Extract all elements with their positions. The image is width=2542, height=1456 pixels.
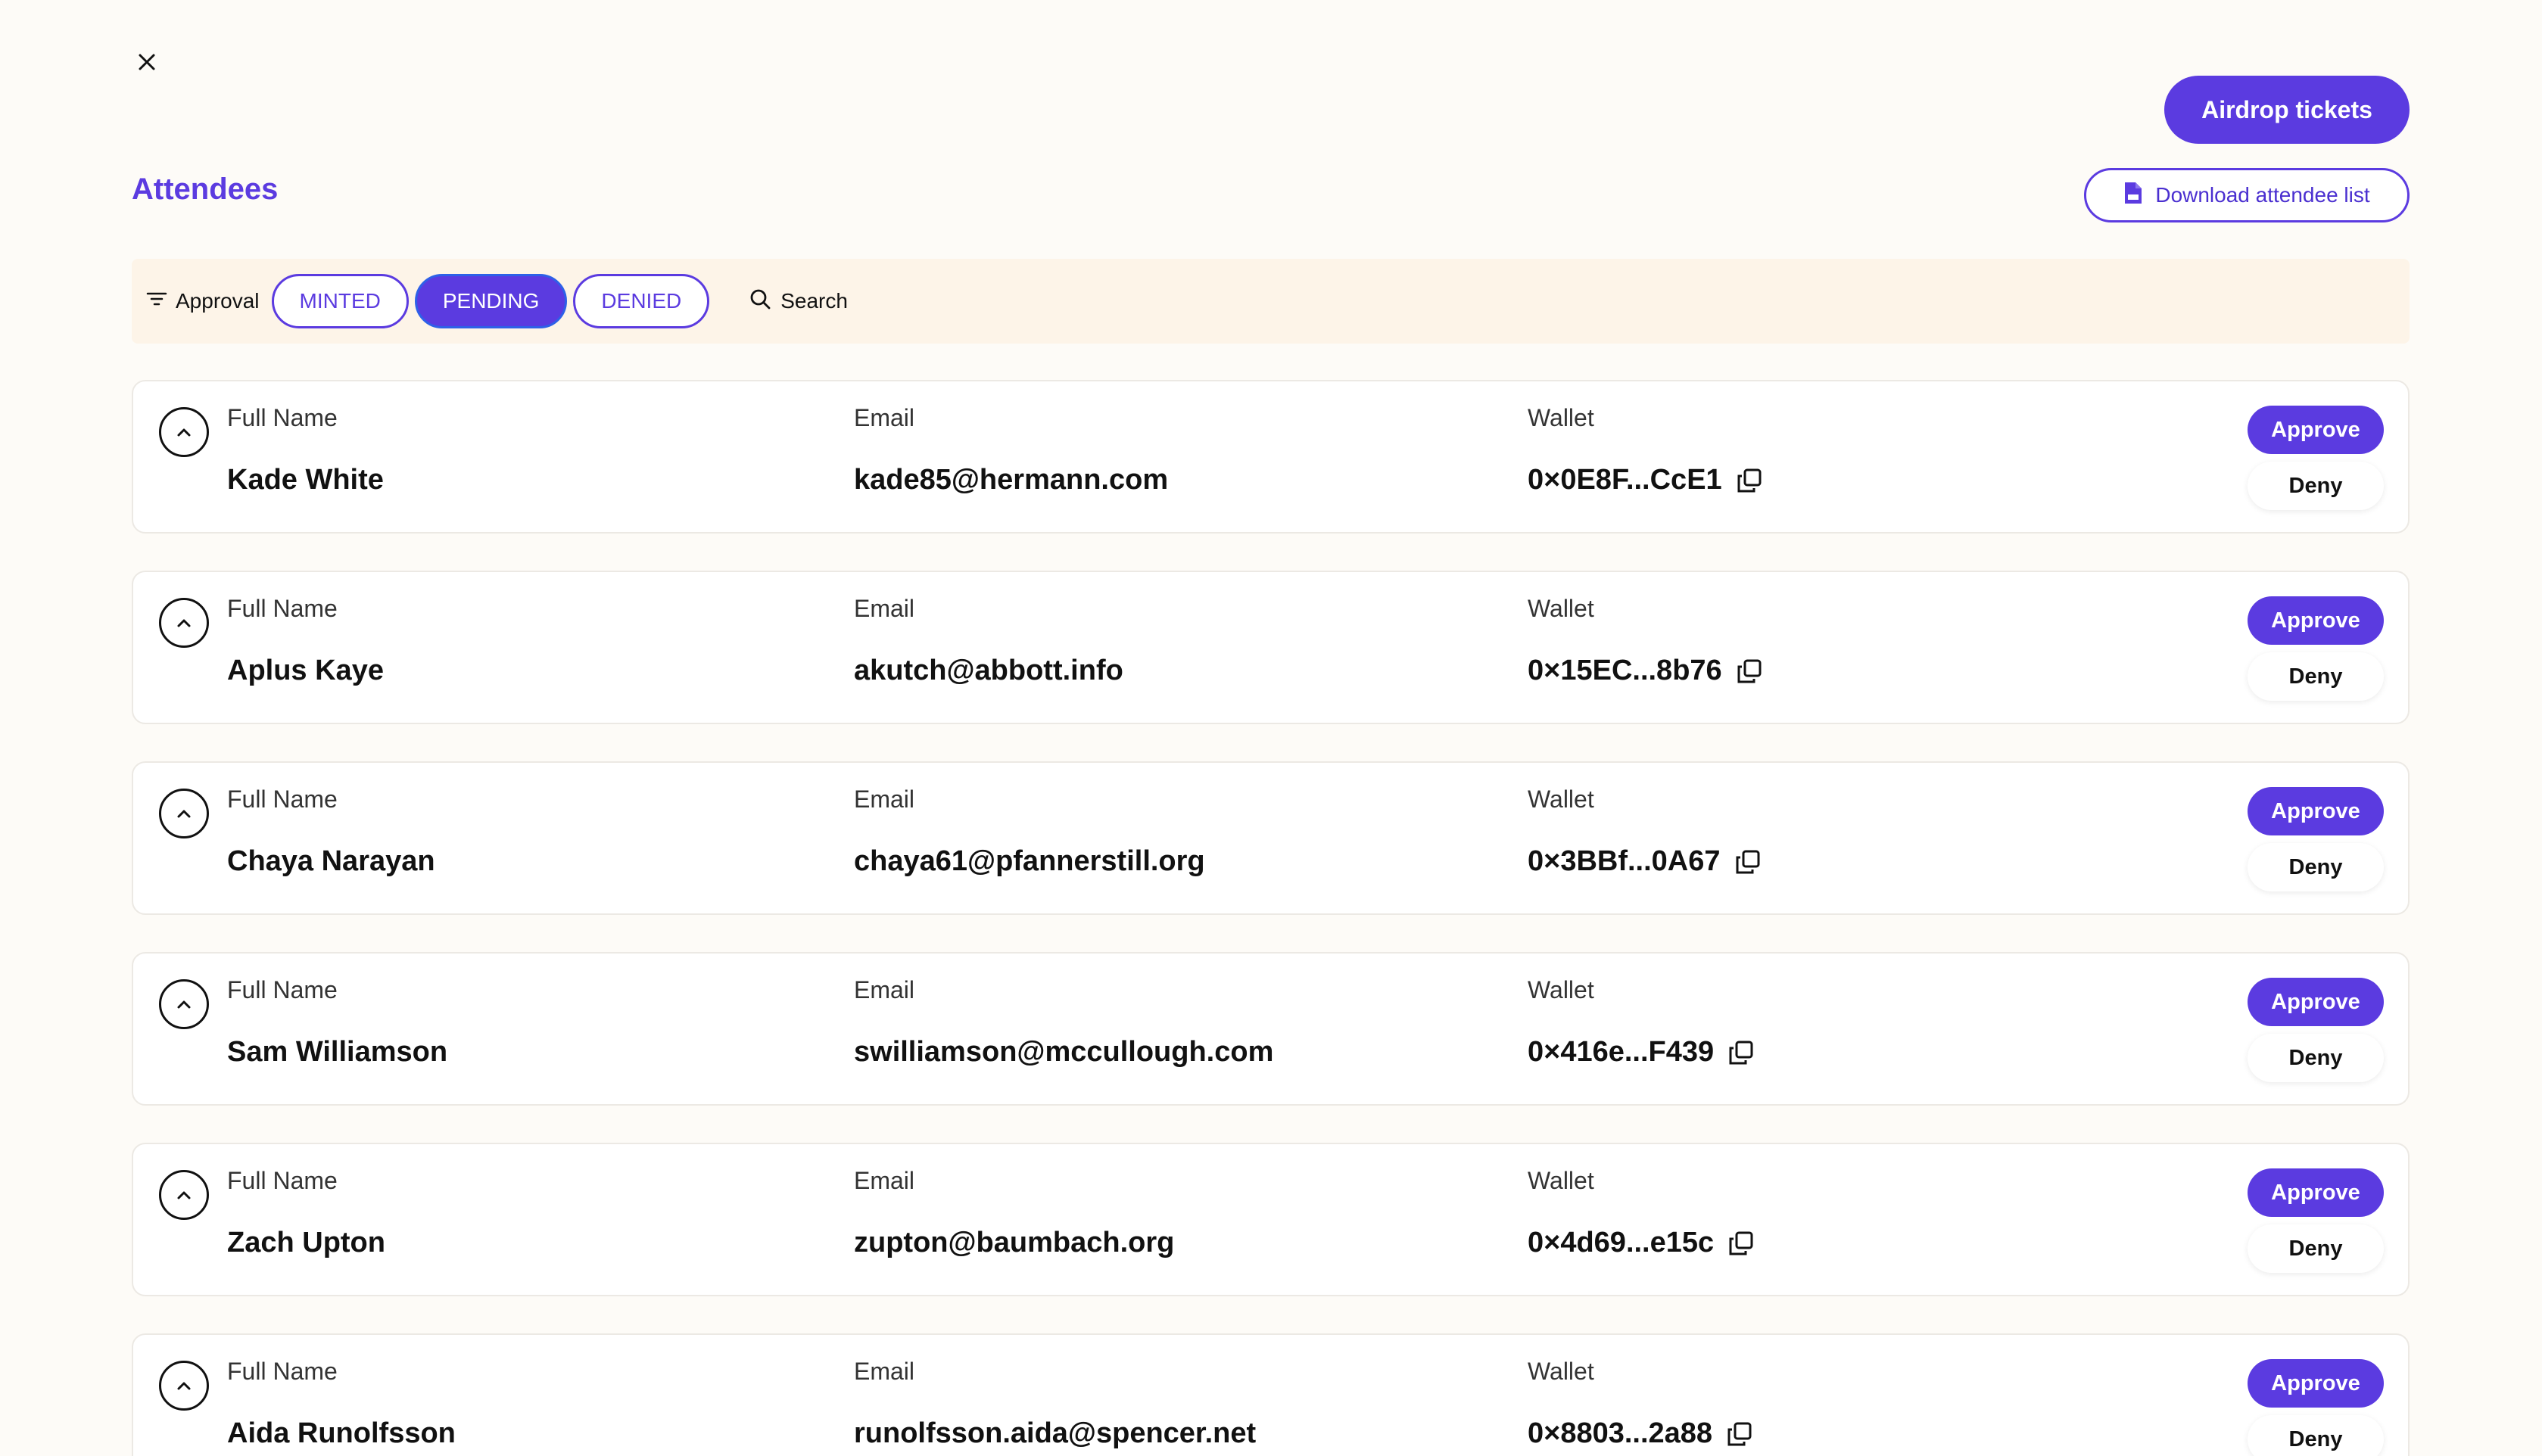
- full-name-label: Full Name: [227, 976, 338, 1003]
- deny-button[interactable]: Deny: [2248, 843, 2384, 891]
- attendees-page: Airdrop tickets Attendees Download atten…: [0, 0, 2542, 1456]
- filter-minted[interactable]: MINTED: [271, 274, 409, 328]
- attendee-name: Kade White: [227, 464, 384, 496]
- expand-row-button[interactable]: [159, 1361, 209, 1411]
- attendee-row: Full Name Aplus Kaye Email akutch@abbott…: [132, 571, 2410, 724]
- filter-denied[interactable]: DENIED: [573, 274, 710, 328]
- search-label: Search: [780, 289, 848, 313]
- attendee-email: chaya61@pfannerstill.org: [854, 845, 1205, 877]
- full-name-label: Full Name: [227, 1167, 338, 1194]
- airdrop-tickets-button[interactable]: Airdrop tickets: [2164, 76, 2410, 144]
- page-title: Attendees: [132, 173, 279, 206]
- attendee-name: Aida Runolfsson: [227, 1417, 456, 1449]
- email-label: Email: [854, 976, 915, 1003]
- attendee-row: Full Name Zach Upton Email zupton@baumba…: [132, 1143, 2410, 1296]
- csv-file-icon: [2123, 181, 2143, 210]
- wallet-label: Wallet: [1528, 786, 1594, 813]
- filter-icon: [145, 289, 168, 313]
- chevron-up-icon: [177, 428, 191, 437]
- deny-button[interactable]: Deny: [2248, 1415, 2384, 1456]
- copy-icon[interactable]: [1734, 848, 1762, 876]
- chevron-up-icon: [177, 1382, 191, 1390]
- full-name-label: Full Name: [227, 595, 338, 622]
- search-button[interactable]: Search: [749, 288, 848, 316]
- download-label: Download attendee list: [2155, 183, 2370, 207]
- copy-icon[interactable]: [1727, 1230, 1755, 1257]
- attendee-wallet: 0×3BBf...0A67: [1528, 845, 1721, 877]
- attendee-row: Full Name Kade White Email kade85@herman…: [132, 380, 2410, 534]
- expand-row-button[interactable]: [159, 979, 209, 1029]
- email-label: Email: [854, 786, 915, 813]
- chevron-up-icon: [177, 1191, 191, 1199]
- expand-row-button[interactable]: [159, 789, 209, 838]
- wallet-label: Wallet: [1528, 595, 1594, 622]
- copy-icon[interactable]: [1726, 1420, 1753, 1448]
- close-icon[interactable]: [132, 47, 162, 77]
- expand-row-button[interactable]: [159, 407, 209, 457]
- full-name-label: Full Name: [227, 1358, 338, 1385]
- attendee-wallet: 0×15EC...8b76: [1528, 655, 1722, 686]
- wallet-label: Wallet: [1528, 976, 1594, 1003]
- attendee-name: Aplus Kaye: [227, 655, 384, 686]
- full-name-label: Full Name: [227, 786, 338, 813]
- email-label: Email: [854, 1358, 915, 1385]
- attendee-email: swilliamson@mccullough.com: [854, 1036, 1274, 1068]
- approve-button[interactable]: Approve: [2248, 1359, 2384, 1408]
- attendee-row: Full Name Aida Runolfsson Email runolfss…: [132, 1333, 2410, 1456]
- email-label: Email: [854, 1167, 915, 1194]
- wallet-label: Wallet: [1528, 1167, 1594, 1194]
- filter-pending[interactable]: PENDING: [414, 274, 568, 328]
- deny-button[interactable]: Deny: [2248, 1034, 2384, 1082]
- attendee-name: Sam Williamson: [227, 1036, 448, 1068]
- download-attendee-list-button[interactable]: Download attendee list: [2084, 168, 2410, 222]
- attendee-name: Zach Upton: [227, 1227, 385, 1258]
- deny-button[interactable]: Deny: [2248, 462, 2384, 510]
- email-label: Email: [854, 595, 915, 622]
- copy-icon[interactable]: [1736, 467, 1763, 494]
- expand-row-button[interactable]: [159, 598, 209, 648]
- approve-button[interactable]: Approve: [2248, 406, 2384, 454]
- attendee-wallet: 0×416e...F439: [1528, 1036, 1715, 1068]
- attendee-wallet: 0×0E8F...CcE1: [1528, 464, 1722, 496]
- email-label: Email: [854, 404, 915, 431]
- wallet-label: Wallet: [1528, 404, 1594, 431]
- deny-button[interactable]: Deny: [2248, 652, 2384, 701]
- attendee-list: Full Name Kade White Email kade85@herman…: [132, 380, 2410, 1456]
- approve-button[interactable]: Approve: [2248, 1168, 2384, 1217]
- filter-label: Approval: [176, 289, 260, 313]
- attendee-row: Full Name Chaya Narayan Email chaya61@pf…: [132, 761, 2410, 915]
- attendee-name: Chaya Narayan: [227, 845, 435, 877]
- deny-button[interactable]: Deny: [2248, 1224, 2384, 1273]
- full-name-label: Full Name: [227, 404, 338, 431]
- attendee-email: runolfsson.aida@spencer.net: [854, 1417, 1257, 1449]
- attendee-email: kade85@hermann.com: [854, 464, 1169, 496]
- chevron-up-icon: [177, 619, 191, 627]
- approve-button[interactable]: Approve: [2248, 978, 2384, 1026]
- chevron-up-icon: [177, 1000, 191, 1009]
- attendee-email: zupton@baumbach.org: [854, 1227, 1175, 1258]
- expand-row-button[interactable]: [159, 1170, 209, 1220]
- approval-filter[interactable]: Approval: [145, 289, 260, 313]
- attendee-wallet: 0×4d69...e15c: [1528, 1227, 1715, 1258]
- copy-icon[interactable]: [1736, 658, 1763, 685]
- attendee-email: akutch@abbott.info: [854, 655, 1123, 686]
- approve-button[interactable]: Approve: [2248, 596, 2384, 645]
- search-icon: [749, 288, 771, 316]
- wallet-label: Wallet: [1528, 1358, 1594, 1385]
- copy-icon[interactable]: [1727, 1039, 1755, 1066]
- chevron-up-icon: [177, 810, 191, 818]
- attendee-row: Full Name Sam Williamson Email swilliams…: [132, 952, 2410, 1106]
- approve-button[interactable]: Approve: [2248, 787, 2384, 835]
- attendee-wallet: 0×8803...2a88: [1528, 1417, 1713, 1449]
- filter-bar: Approval MINTED PENDING DENIED Search: [132, 259, 2410, 344]
